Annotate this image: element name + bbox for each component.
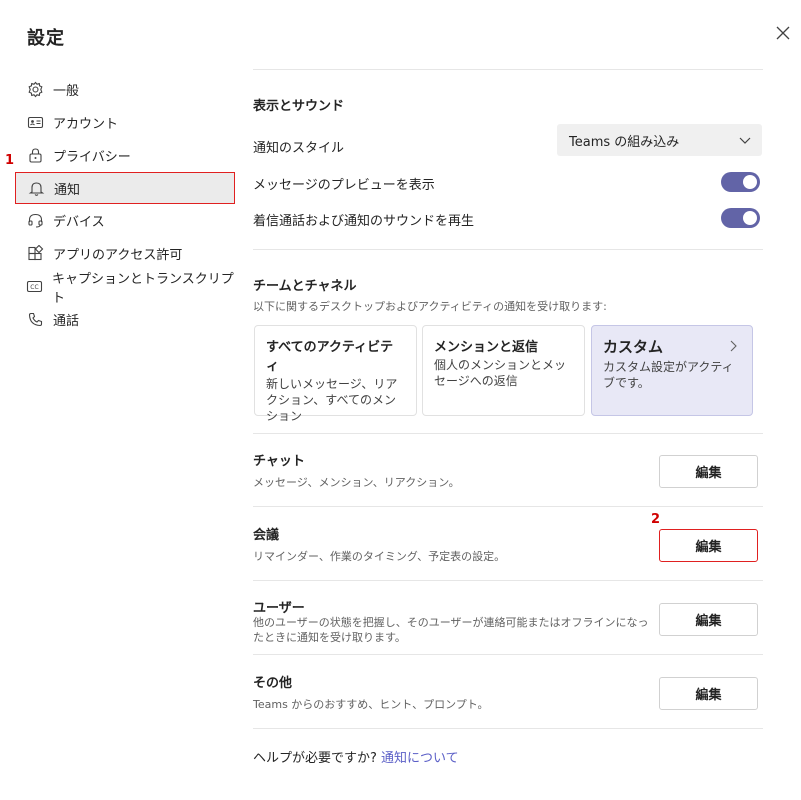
help-question: ヘルプが必要ですか? (253, 751, 377, 766)
sound-label: 着信通話および通知のサウンドを再生 (253, 214, 475, 229)
toggle-knob (743, 211, 757, 225)
section-heading-chat: チャット (253, 454, 305, 469)
chevron-down-icon (738, 133, 752, 151)
other-edit-button[interactable]: 編集 (659, 677, 758, 710)
card-title: すべてのアクティビティ (266, 340, 394, 374)
card-desc: カスタム設定がアクティブです。 (603, 360, 734, 390)
sidebar-item-account[interactable]: アカウント (15, 106, 235, 139)
preview-label: メッセージのプレビューを表示 (253, 178, 435, 193)
divider (253, 506, 763, 507)
help-text: ヘルプが必要ですか? 通知について (253, 747, 459, 766)
sidebar-item-devices[interactable]: デバイス (15, 204, 235, 237)
card-mentions-replies[interactable]: メンションと返信 個人のメンションとメッセージへの返信 (422, 325, 585, 416)
divider (253, 433, 763, 434)
card-all-activity[interactable]: すべてのアクティビティ 新しいメッセージ、リアクション、すべてのメンション (254, 325, 417, 423)
sidebar-item-label: 一般 (53, 84, 80, 99)
lock-icon (26, 147, 44, 165)
chat-description: メッセージ、メンション、リアクション。 (253, 476, 460, 489)
card-desc: 新しいメッセージ、リアクション、すべてのメンション (266, 377, 398, 423)
chat-edit-button[interactable]: 編集 (659, 455, 758, 488)
sidebar-item-label: キャプションとトランスクリプト (52, 271, 234, 306)
notifications-help-link[interactable]: 通知について (381, 751, 459, 766)
sidebar-item-notifications[interactable]: 通知 (15, 172, 235, 204)
sidebar-item-calls[interactable]: 通話 (15, 303, 235, 336)
users-description: 他のユーザーの状態を把握し、そのユーザーが連絡可能またはオフラインになったときに… (253, 616, 649, 644)
notification-style-value: Teams の組み込み (569, 134, 680, 150)
divider (253, 728, 763, 729)
sidebar-item-captions[interactable]: CC キャプションとトランスクリプト (15, 270, 235, 306)
meetings-description: リマインダー、作業のタイミング、予定表の設定。 (253, 550, 506, 563)
card-custom[interactable]: カスタム カスタム設定がアクティブです。 (591, 325, 753, 416)
sidebar-item-general[interactable]: 一般 (15, 73, 235, 106)
section-heading-other: その他 (253, 676, 293, 691)
sidebar-item-label: 通話 (53, 314, 80, 329)
meetings-edit-button[interactable]: 編集 (659, 529, 758, 562)
sound-toggle[interactable] (721, 208, 760, 228)
settings-sidebar: 一般 アカウント プライバシー 通知 デバイス アプリのアクセス許可 CC キャ… (15, 73, 235, 336)
headset-icon (26, 212, 44, 230)
toggle-knob (743, 175, 757, 189)
sidebar-item-label: アカウント (53, 117, 119, 132)
gear-icon (26, 81, 44, 99)
page-title: 設定 (27, 28, 65, 49)
card-desc: 個人のメンションとメッセージへの返信 (434, 358, 567, 388)
divider (253, 69, 763, 70)
users-edit-button[interactable]: 編集 (659, 603, 758, 636)
annotation-1: 1 (5, 153, 15, 168)
sidebar-item-app-permissions[interactable]: アプリのアクセス許可 (15, 237, 235, 270)
other-description: Teams からのおすすめ、ヒント、プロンプト。 (253, 698, 489, 711)
divider (253, 249, 763, 250)
section-heading-display: 表示とサウンド (253, 99, 345, 114)
sidebar-item-privacy[interactable]: プライバシー (15, 139, 235, 172)
divider (253, 654, 763, 655)
annotation-2: 2 (651, 512, 661, 527)
teams-description: 以下に関するデスクトップおよびアクティビティの通知を受け取ります: (253, 300, 607, 313)
bell-icon (27, 179, 45, 197)
cc-icon: CC (26, 278, 43, 296)
chevron-right-icon (728, 337, 738, 356)
apps-icon (26, 245, 44, 263)
sidebar-item-label: プライバシー (53, 150, 131, 165)
section-heading-teams: チームとチャネル (253, 279, 357, 294)
id-card-icon (26, 114, 44, 132)
phone-icon (26, 311, 44, 329)
svg-text:CC: CC (30, 284, 38, 291)
section-heading-users: ユーザー (253, 601, 305, 616)
divider (253, 580, 763, 581)
close-icon[interactable] (774, 24, 794, 44)
sidebar-item-label: アプリのアクセス許可 (53, 248, 183, 263)
notification-style-label: 通知のスタイル (253, 141, 345, 156)
card-title: メンションと返信 (434, 340, 539, 355)
sidebar-item-label: 通知 (54, 182, 81, 198)
preview-toggle[interactable] (721, 172, 760, 192)
card-title: カスタム (603, 338, 664, 356)
sidebar-item-label: デバイス (53, 215, 105, 230)
section-heading-meetings: 会議 (253, 528, 280, 543)
notification-style-select[interactable]: Teams の組み込み (557, 124, 762, 156)
